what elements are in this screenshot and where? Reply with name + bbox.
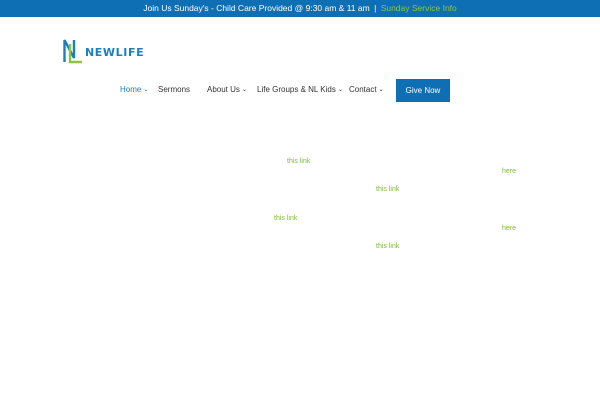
chevron-down-icon: ⌄ [378, 87, 384, 93]
chevron-down-icon: ⌄ [241, 87, 247, 93]
announcement-bar: Join Us Sunday's - Child Care Provided @… [0, 0, 600, 17]
nav-item-label: Home [120, 85, 142, 94]
chevron-down-icon: ⌄ [143, 87, 149, 93]
announcement-separator: | [374, 3, 377, 13]
nav-item-contact[interactable]: Contact ⌄ [349, 79, 384, 102]
nav-item-life-groups[interactable]: Life Groups & NL Kids ⌄ [257, 79, 343, 102]
site-logo[interactable]: NEWLIFE [63, 38, 144, 64]
content-link[interactable]: here [502, 168, 516, 175]
nav-item-label: About Us [207, 85, 240, 94]
nav-item-label: Sermons [158, 85, 191, 94]
content-link[interactable]: this link [376, 186, 399, 193]
nav-item-about-us[interactable]: About Us ⌄ [207, 79, 247, 102]
nav-item-sermons[interactable]: Sermons [158, 79, 190, 102]
nav-item-label: Contact [349, 85, 377, 94]
sunday-service-info-link[interactable]: Sunday Service Info [381, 3, 457, 13]
content-link[interactable]: here [502, 225, 516, 232]
announcement-text: Join Us Sunday's - Child Care Provided @… [143, 3, 370, 13]
give-now-button[interactable]: Give Now [396, 79, 450, 102]
chevron-down-icon: ⌄ [337, 87, 343, 93]
content-link[interactable]: this link [287, 158, 310, 165]
content-link[interactable]: this link [376, 243, 399, 250]
nav-item-label: Life Groups & NL Kids [257, 85, 336, 94]
content-link[interactable]: this link [274, 215, 297, 222]
main-nav: Home ⌄ Sermons About Us ⌄ Life Groups & NL… [0, 79, 600, 102]
logo-wordmark: NEWLIFE [85, 45, 145, 59]
nl-monogram-icon [63, 39, 82, 64]
nav-item-home[interactable]: Home ⌄ [120, 79, 148, 102]
